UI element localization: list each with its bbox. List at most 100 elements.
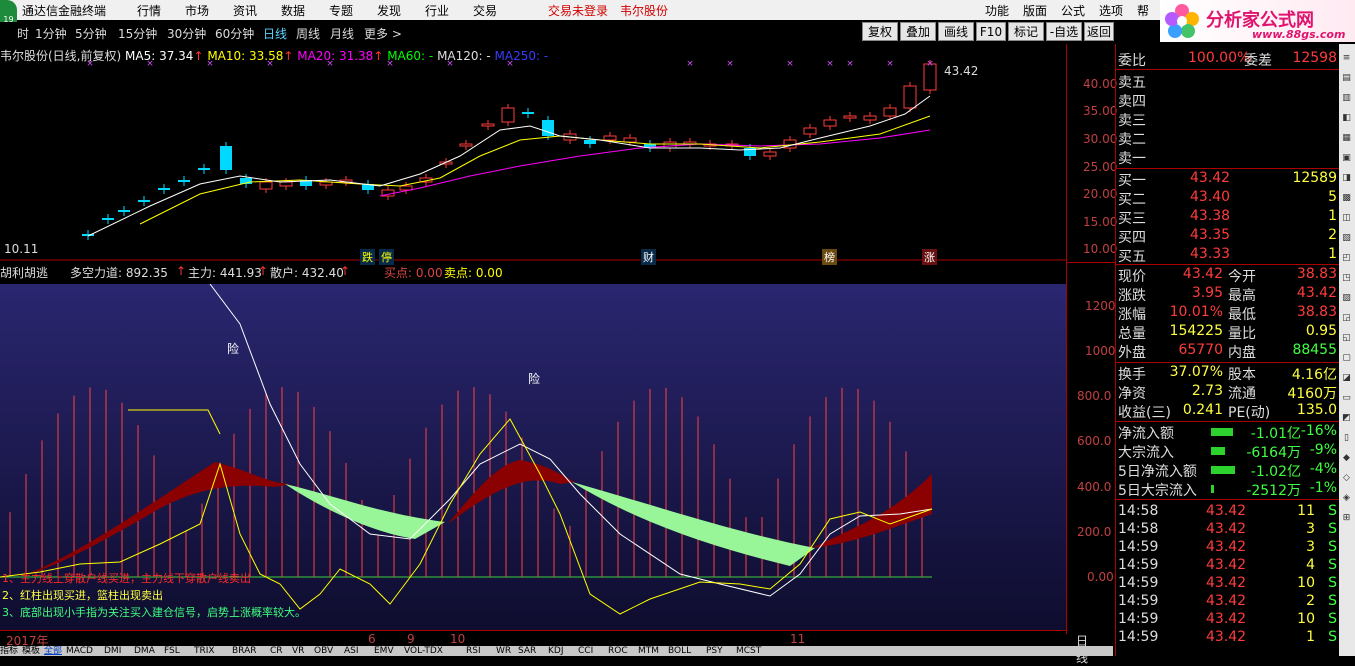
indicator-tab[interactable]: FSL	[164, 646, 180, 656]
candle-body	[158, 188, 170, 190]
period-30min[interactable]: 30分钟	[167, 25, 206, 42]
side-tool-icon[interactable]: ◲	[1340, 312, 1353, 325]
side-tool-icon[interactable]: ▦	[1340, 132, 1353, 145]
indicator-tab[interactable]: SAR	[518, 646, 536, 656]
indicator-tab[interactable]: OBV	[314, 646, 333, 656]
flow-label: 5日净流入额	[1118, 464, 1197, 480]
period-1min[interactable]: 1分钟	[35, 25, 67, 42]
side-tool-icon[interactable]: ▭	[1340, 392, 1353, 405]
menu-item-shuju[interactable]: 数据	[281, 2, 305, 19]
side-tool-icon[interactable]: ≡	[1340, 52, 1353, 65]
high-price-label: 43.42	[944, 64, 979, 78]
indicator-tab[interactable]: VOL-TDX	[404, 646, 443, 656]
side-tool-icon[interactable]: ◧	[1340, 112, 1353, 125]
indicator-tab[interactable]: MTM	[638, 646, 659, 656]
side-tool-icon[interactable]: ◈	[1340, 492, 1353, 505]
indicator-tab[interactable]: TRIX	[194, 646, 215, 656]
menu-item-hangqing[interactable]: 行情	[137, 2, 161, 19]
period-daily[interactable]: 日线	[263, 25, 287, 42]
stat-label: 换手	[1118, 367, 1146, 383]
side-tool-icon[interactable]: ▣	[1340, 152, 1353, 165]
indicator-tab[interactable]: ASI	[344, 646, 359, 656]
indicator-chart[interactable]: 1、主力线上穿散户线买进，主力线下穿散户线卖出 2、红柱出现买进，篮柱出现卖出 …	[0, 284, 1066, 630]
event-tag-die[interactable]: 跌	[360, 249, 375, 265]
side-tool-icon[interactable]: ▥	[1340, 92, 1353, 105]
side-tool-icon[interactable]: ◪	[1340, 372, 1353, 385]
indicator-tab[interactable]: DMA	[134, 646, 155, 656]
menu-item-xuanxiang[interactable]: 选项	[1099, 2, 1123, 19]
side-tool-icon[interactable]: ▩	[1340, 192, 1353, 205]
period-60min[interactable]: 60分钟	[215, 25, 254, 42]
menu-item-hangye[interactable]: 行业	[425, 2, 449, 19]
menu-item-help[interactable]: 帮	[1137, 2, 1149, 19]
event-tag-ting[interactable]: 停	[379, 249, 394, 265]
menu-item-zhuanti[interactable]: 专题	[329, 2, 353, 19]
indicator-tab[interactable]: BOLL	[668, 646, 691, 656]
indicator-tab[interactable]: ROC	[608, 646, 628, 656]
indicator-tab[interactable]: KDJ	[548, 646, 564, 656]
period-fenshi[interactable]: 时	[17, 25, 29, 42]
side-tool-icon[interactable]: ◫	[1340, 212, 1353, 225]
side-tool-icon[interactable]: ◆	[1340, 452, 1353, 465]
side-tool-icon[interactable]: ◨	[1340, 172, 1353, 185]
quote-stat-row: 总量 154225 量比 0.95	[1116, 323, 1341, 342]
mark-button[interactable]: 标记	[1008, 22, 1044, 41]
ind-tick: 200.0	[1077, 525, 1112, 539]
stock-name: 韦尔股份	[620, 4, 669, 18]
period-more[interactable]: 更多 >	[364, 25, 402, 42]
period-monthly[interactable]: 月线	[330, 25, 354, 42]
indicator-tab[interactable]: BRAR	[232, 646, 256, 656]
indicator-tab[interactable]: MACD	[66, 646, 93, 656]
indicator-tab[interactable]: EMV	[374, 646, 394, 656]
back-button[interactable]: 返回	[1084, 22, 1114, 41]
event-tag-zhang[interactable]: 涨	[922, 249, 937, 265]
indicator-tab[interactable]: VR	[292, 646, 304, 656]
indicator-tab[interactable]: 指标	[0, 646, 18, 656]
menu-item-faxian[interactable]: 发现	[377, 2, 401, 19]
x-marker: ×	[826, 59, 834, 69]
indicator-tab[interactable]: WR	[496, 646, 511, 656]
draw-line-button[interactable]: 画线	[938, 22, 974, 41]
indicator-tab[interactable]: DMI	[104, 646, 121, 656]
tick-volume: 3	[1306, 521, 1315, 537]
menu-item-jiaoyi[interactable]: 交易	[473, 2, 497, 19]
side-tool-icon[interactable]: ▯	[1340, 432, 1353, 445]
indicator-tab[interactable]: PSY	[706, 646, 723, 656]
quote-stat-row: 外盘 65770 内盘 88455	[1116, 342, 1341, 361]
menu-item-banmian[interactable]: 版面	[1023, 2, 1047, 19]
side-tool-icon[interactable]: ◰	[1340, 252, 1353, 265]
period-5min[interactable]: 5分钟	[75, 25, 107, 42]
event-tag-cai[interactable]: 财	[641, 249, 656, 265]
fuquan-button[interactable]: 复权	[862, 22, 898, 41]
menu-item-zixun[interactable]: 资讯	[233, 2, 257, 19]
side-tool-icon[interactable]: ◩	[1340, 412, 1353, 425]
candlestick-chart[interactable]: 韦尔股份(日线,前复权) MA5: 37.34↑ MA10: 33.58↑ MA…	[0, 44, 1113, 265]
overlay-button[interactable]: 叠加	[900, 22, 936, 41]
f10-button[interactable]: F10	[976, 22, 1006, 41]
indicator-name[interactable]: 胡利胡逃	[0, 264, 48, 281]
menu-item-shichang[interactable]: 市场	[185, 2, 209, 19]
tick-side: S	[1328, 557, 1337, 573]
indicator-tab[interactable]: 全部	[44, 646, 62, 656]
side-tool-icon[interactable]: ▤	[1340, 72, 1353, 85]
side-tool-icon[interactable]: ▨	[1340, 292, 1353, 305]
side-tool-icon[interactable]: ▧	[1340, 232, 1353, 245]
remove-watchlist-button[interactable]: -自选	[1046, 22, 1082, 41]
side-tool-icon[interactable]: ◳	[1340, 272, 1353, 285]
price-tick: 40.00	[1083, 77, 1118, 91]
login-status[interactable]: 交易未登录	[548, 2, 608, 19]
period-weekly[interactable]: 周线	[296, 25, 320, 42]
indicator-tab[interactable]: RSI	[466, 646, 481, 656]
side-tool-icon[interactable]: ⊞	[1340, 512, 1353, 525]
event-tag-bang[interactable]: 榜	[822, 249, 837, 265]
side-tool-icon[interactable]: ◇	[1340, 472, 1353, 485]
indicator-tab[interactable]: CR	[270, 646, 283, 656]
indicator-tab[interactable]: CCI	[578, 646, 593, 656]
indicator-tab[interactable]: 模板	[22, 646, 40, 656]
menu-item-gongneng[interactable]: 功能	[985, 2, 1009, 19]
indicator-tab[interactable]: MCST	[736, 646, 761, 656]
side-tool-icon[interactable]: ◱	[1340, 332, 1353, 345]
menu-item-gongshi[interactable]: 公式	[1061, 2, 1085, 19]
period-15min[interactable]: 15分钟	[118, 25, 157, 42]
side-tool-icon[interactable]: ▢	[1340, 352, 1353, 365]
